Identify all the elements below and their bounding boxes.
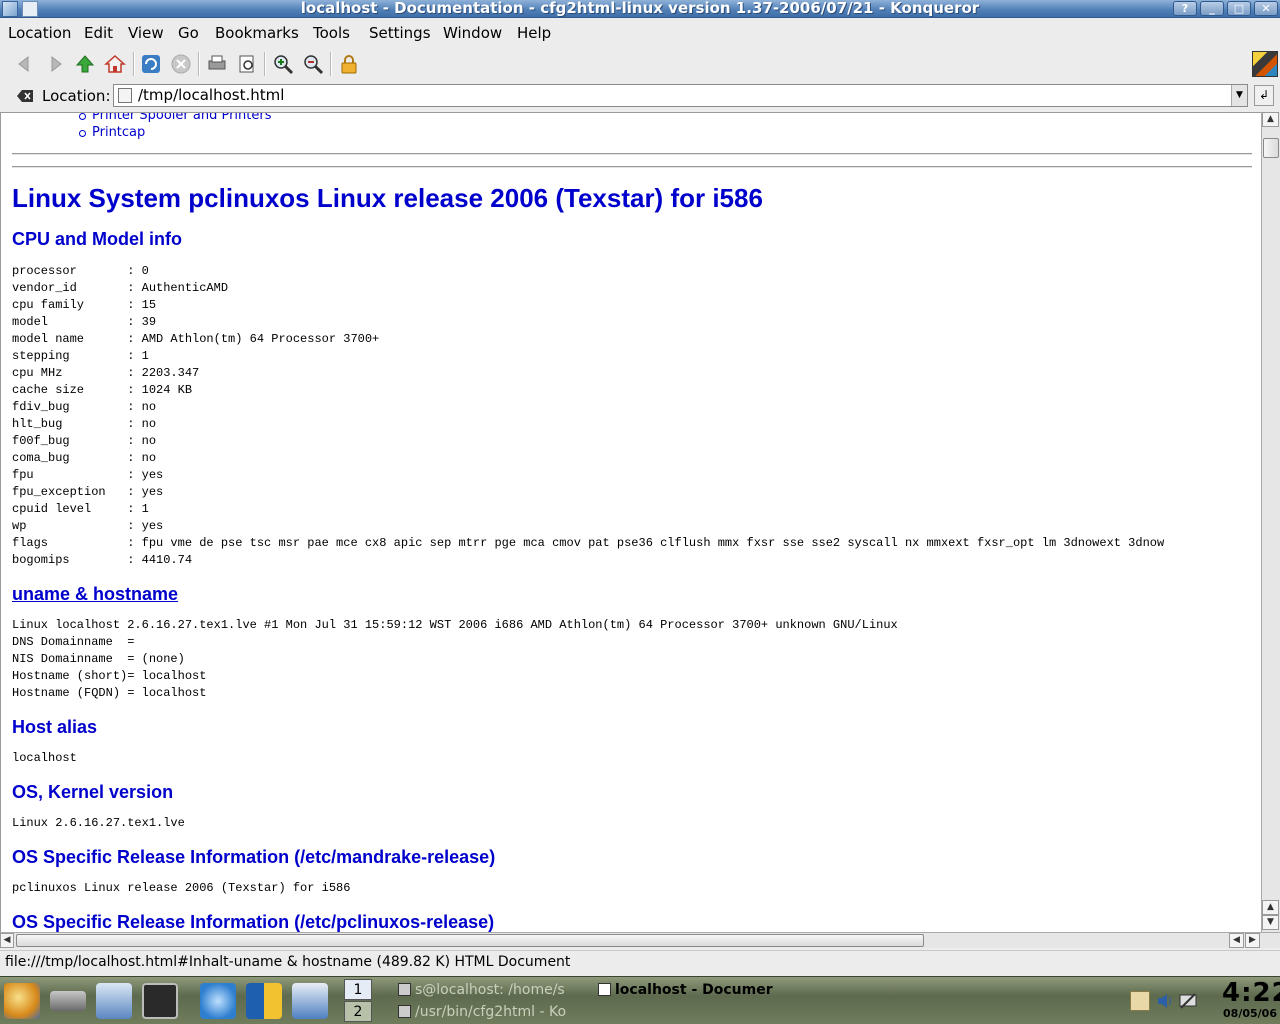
zoom-out-icon[interactable]	[300, 51, 326, 77]
window-title: localhost - Documentation - cfg2html-lin…	[300, 0, 980, 17]
location-input[interactable]: /tmp/localhost.html ▼	[113, 84, 1248, 107]
page-view[interactable]: Printer Spooler and Printers Printcap Li…	[0, 112, 1261, 932]
clock[interactable]: 4:22 08/05/06	[1222, 978, 1280, 1020]
main-toolbar	[0, 46, 1280, 82]
menu-help[interactable]: Help	[517, 24, 551, 42]
pager-desktop-1[interactable]: 1	[344, 979, 372, 1000]
up-icon[interactable]	[72, 51, 98, 77]
package-manager-icon[interactable]	[246, 983, 282, 1019]
page-title: Linux System pclinuxos Linux release 200…	[12, 183, 763, 213]
menu-window[interactable]: Window	[443, 24, 502, 42]
page-favicon-icon	[118, 88, 132, 103]
clear-location-icon[interactable]	[16, 88, 34, 104]
scroll-left-icon[interactable]: ◀	[1229, 933, 1244, 948]
vertical-scrollbar[interactable]: ▲ ▲ ▼	[1261, 112, 1280, 932]
konqueror-logo-icon	[1252, 51, 1278, 77]
toc-link-printer-spooler[interactable]: Printer Spooler and Printers	[79, 113, 272, 124]
print-icon[interactable]	[204, 51, 230, 77]
menu-bookmarks[interactable]: Bookmarks	[215, 24, 299, 42]
clock-time: 4:22	[1222, 978, 1280, 1008]
desktop-pager: 1 2	[344, 979, 374, 1023]
section-body-cpu: processor : 0 vendor_id : AuthenticAMD c…	[12, 264, 1165, 567]
konqueror-icon	[598, 983, 611, 996]
task-konqueror-cfg2html[interactable]: /usr/bin/cfg2html - Ko	[398, 1004, 566, 1020]
horizontal-scroll-thumb[interactable]	[16, 934, 924, 947]
divider	[12, 166, 1252, 168]
section-heading-uname[interactable]: uname & hostname	[12, 584, 178, 605]
section-body-mandrake-release: pclinuxos Linux release 2006 (Texstar) f…	[12, 881, 351, 895]
minimize-button[interactable]: _	[1200, 1, 1224, 16]
forward-icon[interactable]	[42, 51, 68, 77]
help-button[interactable]: ?	[1173, 1, 1197, 16]
security-lock-icon[interactable]	[336, 51, 362, 77]
back-icon[interactable]	[12, 51, 38, 77]
scroll-up-icon[interactable]: ▲	[1262, 112, 1279, 127]
menu-edit[interactable]: Edit	[84, 24, 113, 42]
desktop-icon[interactable]	[50, 991, 86, 1011]
reload-icon[interactable]	[138, 51, 164, 77]
konqueror-window: localhost - Documentation - cfg2html-lin…	[0, 0, 1280, 1024]
location-label: Location:	[42, 87, 111, 105]
scroll-down-icon[interactable]: ▼	[1262, 915, 1279, 930]
go-button[interactable]: ↲	[1254, 85, 1274, 106]
task-terminal[interactable]: s@localhost: /home/s	[398, 982, 565, 998]
terminal-icon	[398, 1005, 411, 1018]
pager-desktop-2[interactable]: 2	[344, 1001, 372, 1022]
home-icon[interactable]	[102, 51, 128, 77]
location-bar: Location: /tmp/localhost.html ▼ ↲	[0, 82, 1280, 110]
horizontal-scrollbar[interactable]: ◀ ◀ ▶	[0, 932, 1280, 948]
toc-list: Printer Spooler and Printers Printcap	[79, 113, 272, 141]
status-bar: file:///tmp/localhost.html#Inhalt-uname …	[0, 950, 1280, 974]
scroll-left-icon[interactable]: ◀	[0, 933, 14, 948]
menu-location[interactable]: Location	[8, 24, 71, 42]
status-text: file:///tmp/localhost.html#Inhalt-uname …	[5, 954, 571, 970]
control-center-icon[interactable]	[292, 983, 328, 1019]
location-url: /tmp/localhost.html	[138, 86, 285, 104]
zoom-in-icon[interactable]	[270, 51, 296, 77]
stop-icon[interactable]	[168, 51, 194, 77]
task-label: localhost - Documer	[615, 982, 773, 998]
task-label: s@localhost: /home/s	[415, 982, 565, 998]
print-preview-icon[interactable]	[234, 51, 260, 77]
section-body-uname: Linux localhost 2.6.16.27.tex1.lve #1 Mo…	[12, 618, 898, 700]
menu-settings[interactable]: Settings	[369, 24, 431, 42]
section-body-os-kernel: Linux 2.6.16.27.tex1.lve	[12, 816, 185, 830]
location-dropdown-icon[interactable]: ▼	[1231, 85, 1247, 106]
section-body-host-alias: localhost	[12, 751, 77, 765]
klipper-icon[interactable]	[1130, 991, 1150, 1011]
close-button[interactable]: ✕	[1254, 1, 1278, 16]
section-heading-pclinuxos-release: OS Specific Release Information (/etc/pc…	[12, 912, 495, 932]
kde-panel: 1 2 s@localhost: /home/s /usr/bin/cfg2ht…	[0, 976, 1280, 1024]
section-heading-cpu: CPU and Model info	[12, 229, 182, 249]
toc-link-printcap[interactable]: Printcap	[79, 124, 272, 141]
section-heading-os-kernel: OS, Kernel version	[12, 782, 174, 802]
browser-globe-icon[interactable]	[200, 983, 236, 1019]
menu-view[interactable]: View	[128, 24, 164, 42]
task-konqueror-active[interactable]: localhost - Documer	[598, 982, 773, 998]
maximize-button[interactable]: □	[1227, 1, 1251, 16]
task-label: /usr/bin/cfg2html - Ko	[415, 1004, 567, 1020]
vertical-scroll-thumb[interactable]	[1263, 138, 1279, 158]
scroll-right-icon[interactable]: ▶	[1245, 933, 1260, 948]
menu-bar: Location Edit View Go Bookmarks Tools Se…	[0, 19, 1280, 46]
section-heading-mandrake-release: OS Specific Release Information (/etc/ma…	[12, 847, 496, 867]
clock-date: 08/05/06	[1223, 1007, 1277, 1020]
home-folder-icon[interactable]	[96, 983, 132, 1019]
divider	[12, 153, 1252, 155]
menu-go[interactable]: Go	[178, 24, 199, 42]
k-menu-icon[interactable]	[4, 983, 40, 1019]
terminal-icon[interactable]	[142, 983, 178, 1019]
terminal-icon	[398, 983, 411, 996]
scroll-up-icon[interactable]: ▲	[1262, 900, 1279, 915]
volume-icon[interactable]	[1155, 991, 1175, 1011]
network-icon[interactable]	[1178, 991, 1198, 1011]
menu-tools[interactable]: Tools	[313, 24, 350, 42]
title-bar[interactable]: localhost - Documentation - cfg2html-lin…	[0, 0, 1280, 18]
section-heading-host-alias: Host alias	[12, 717, 98, 737]
